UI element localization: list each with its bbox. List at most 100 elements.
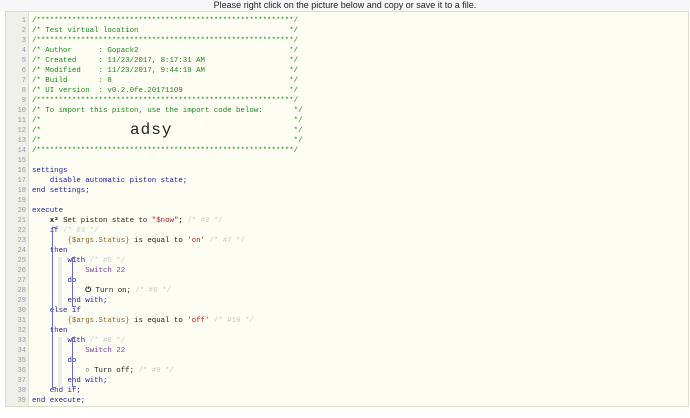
code-line: 34 Switch 22 [6, 346, 688, 356]
code-text: /***************************************… [32, 17, 299, 25]
line-number: 5 [21, 57, 26, 65]
line-number: 15 [17, 157, 26, 165]
code-text: with /* #5 */ [67, 257, 126, 265]
line-number: 21 [17, 217, 26, 225]
line-number: 13 [17, 137, 26, 145]
code-text: /* UI version : v0.2.0fe.20171109 */ [32, 87, 299, 95]
code-text: else if [49, 307, 81, 315]
code-line: 38 end if; [6, 386, 688, 396]
line-number: 24 [17, 247, 26, 255]
code-line: 14 /*************************************… [6, 146, 688, 156]
code-line: 30 else if [6, 306, 688, 316]
piston-code-view: 1 /**************************************… [5, 11, 689, 407]
then-block-shade-2 [58, 337, 62, 387]
code-line: 1 /**************************************… [6, 16, 688, 26]
code-line: 26 Switch 22 [6, 266, 688, 276]
code-text: execute [32, 207, 64, 215]
code-line: 7 /* Build : 8 */ [6, 76, 688, 86]
code-line: 4 /* Author : Gopack2 */ [6, 46, 688, 56]
line-number: 28 [17, 287, 26, 295]
code-line: 16 settings [6, 166, 688, 176]
line-number: 8 [21, 87, 26, 95]
code-text: end settings; [32, 187, 90, 195]
line-number: 14 [17, 147, 26, 155]
code-text: with /* #8 */ [67, 337, 126, 345]
code-line: 10 /* To import this piston, use the impo… [6, 106, 688, 116]
code-text: x² Set piston state to "$now"; /* #2 */ [49, 217, 223, 225]
code-line: 20 execute [6, 206, 688, 216]
code-text: /* Modified : 11/23/2017, 9:44:19 AM */ [32, 67, 299, 75]
line-number: 36 [17, 367, 26, 375]
code-line: 24 then [6, 246, 688, 256]
code-text: end with; [67, 297, 108, 305]
code-line: 18 end settings; [6, 186, 688, 196]
line-number: 38 [17, 387, 26, 395]
line-number: 7 [21, 77, 26, 85]
instruction-banner: Please right click on the picture below … [0, 0, 690, 11]
code-text: end execute; [32, 397, 86, 405]
code-text: /* Created : 11/23/2017, 8:17:31 AM */ [32, 57, 299, 65]
code-line: 31 {$args.Status} is equal to 'off' /* #… [6, 316, 688, 326]
code-text: then [49, 327, 68, 335]
code-line: 37 end with; [6, 376, 688, 386]
code-line: 3 /**************************************… [6, 36, 688, 46]
line-number: 1 [21, 17, 26, 25]
code-text: {$args.Status} is equal to 'off' /* #10 … [67, 317, 254, 325]
code-text: if /* #3 */ [49, 227, 99, 235]
code-line: 28 ⏻ Turn on; /* #6 */ [6, 286, 688, 296]
line-number: 22 [17, 227, 26, 235]
with-block-bracket-1 [72, 257, 76, 307]
code-line: 17 disable automatic piston state; [6, 176, 688, 186]
code-line: 29 end with; [6, 296, 688, 306]
line-number: 26 [17, 267, 26, 275]
code-text: /* Author : Gopack2 */ [32, 47, 299, 55]
code-line: 2 /* Test virtual location */ [6, 26, 688, 36]
with-block-bracket-2 [72, 337, 76, 387]
line-number: 25 [17, 257, 26, 265]
line-number: 34 [17, 347, 26, 355]
line-number: 11 [17, 117, 26, 125]
line-number: 20 [17, 207, 26, 215]
code-line: 12/* */ [6, 126, 688, 136]
code-line: 25 with /* #5 */ [6, 256, 688, 266]
if-block-bracket [52, 227, 56, 388]
code-text: Switch 22 [85, 347, 126, 355]
code-text: /***************************************… [32, 37, 299, 45]
line-number: 4 [21, 47, 26, 55]
code-line: 8 /* UI version : v0.2.0fe.20171109 */ [6, 86, 688, 96]
code-text: end with; [67, 377, 108, 385]
line-number: 12 [17, 127, 26, 135]
code-line: 19 [6, 196, 688, 206]
code-line: 15 [6, 156, 688, 166]
line-number: 33 [17, 337, 26, 345]
line-number: 23 [17, 237, 26, 245]
code-line: 32 then [6, 326, 688, 336]
code-text: end if; [49, 387, 81, 395]
line-number: 10 [17, 107, 26, 115]
code-text: /***************************************… [32, 147, 299, 155]
code-line: 36 ○ Turn off; /* #9 */ [6, 366, 688, 376]
line-number: 39 [17, 397, 26, 405]
line-number: 31 [17, 317, 26, 325]
import-code: adsy [130, 121, 173, 139]
code-line: 23 {$args.Status} is equal to 'on' /* #7… [6, 236, 688, 246]
code-text: /* To import this piston, use the import… [32, 107, 303, 115]
code-text: then [49, 247, 68, 255]
line-number: 29 [17, 297, 26, 305]
code-line: 39 end execute; [6, 396, 688, 406]
line-number: 35 [17, 357, 26, 365]
line-number: 3 [21, 37, 26, 45]
code-text: settings [32, 167, 68, 175]
line-number: 30 [17, 307, 26, 315]
code-line: 33 with /* #8 */ [6, 336, 688, 346]
code-text: {$args.Status} is equal to 'on' /* #7 */ [67, 237, 245, 245]
code-text: /***************************************… [32, 97, 299, 105]
then-block-shade [58, 257, 62, 307]
code-text: /* Build : 8 */ [32, 77, 299, 85]
code-line: 5 /* Created : 11/23/2017, 8:17:31 AM */ [6, 56, 688, 66]
line-number: 2 [21, 27, 26, 35]
line-number: 32 [17, 327, 26, 335]
code-text: /* Test virtual location */ [32, 27, 299, 35]
code-line: 22 if /* #3 */ [6, 226, 688, 236]
line-number: 37 [17, 377, 26, 385]
